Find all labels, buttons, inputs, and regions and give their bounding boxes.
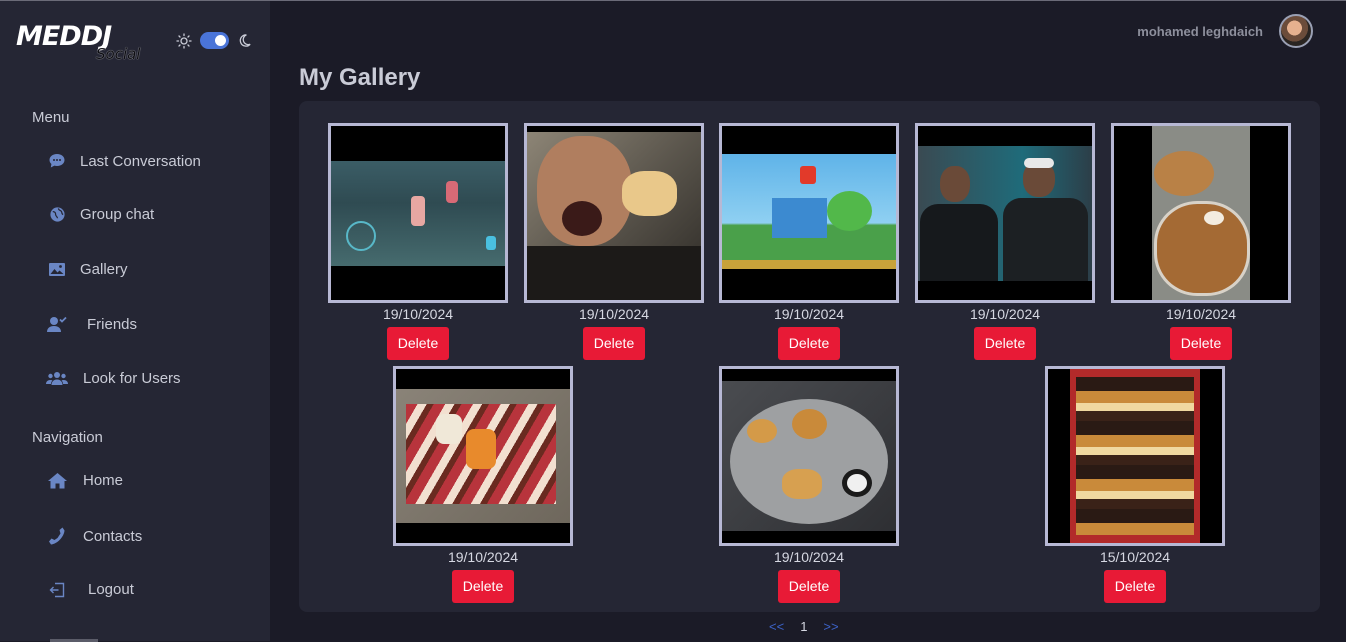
next-page-link[interactable]: >>: [823, 619, 838, 634]
delete-button[interactable]: Delete: [386, 327, 450, 360]
sidebar-item-last-conversation[interactable]: Last Conversation: [46, 152, 201, 170]
home-icon: [47, 473, 67, 489]
globe-icon: [49, 207, 65, 222]
gallery-item: 19/10/2024 Delete: [1111, 123, 1291, 360]
gallery-image[interactable]: [719, 366, 899, 546]
moon-icon: [239, 34, 251, 47]
sidebar-item-look-for-users[interactable]: Look for Users: [46, 370, 181, 387]
photo-date: 19/10/2024: [969, 306, 1041, 322]
photo-date: 19/10/2024: [773, 306, 845, 322]
sun-icon: [176, 32, 192, 49]
logout-icon: [49, 582, 65, 597]
gallery-item: 19/10/2024 Delete: [719, 123, 899, 360]
sidebar-item-contacts[interactable]: Contacts: [46, 526, 142, 546]
gallery-panel: 19/10/2024 Delete 19/10/2024 Delete 19/1…: [299, 101, 1320, 612]
sidebar-item-label: Last Conversation: [80, 152, 201, 170]
sidebar-item-label: Home: [83, 472, 124, 489]
photo-date: 19/10/2024: [447, 549, 519, 565]
delete-button[interactable]: Delete: [973, 327, 1037, 360]
dark-mode-toggle[interactable]: [200, 32, 229, 49]
gallery-item: 19/10/2024 Delete: [393, 366, 573, 603]
gallery-image[interactable]: [328, 123, 508, 303]
page-title: My Gallery: [299, 64, 421, 91]
chat-bubble-icon: [49, 154, 65, 168]
sidebar-item-label: Look for Users: [83, 370, 181, 387]
prev-page-link[interactable]: <<: [769, 619, 784, 634]
sidebar-item-label: Friends: [87, 315, 138, 333]
gallery-image[interactable]: [719, 123, 899, 303]
delete-button[interactable]: Delete: [1103, 570, 1167, 603]
current-page[interactable]: 1: [800, 619, 807, 634]
sidebar-item-gallery[interactable]: Gallery: [46, 261, 128, 278]
gallery-item: 19/10/2024 Delete: [719, 366, 899, 603]
pagination: << 1 >>: [769, 619, 839, 634]
photo-date: 19/10/2024: [1165, 306, 1237, 322]
sidebar-item-label: Gallery: [80, 261, 128, 278]
gallery-image[interactable]: [524, 123, 704, 303]
phone-icon: [49, 527, 65, 545]
photo-date: 19/10/2024: [773, 549, 845, 565]
user-profile[interactable]: mohamed leghdaich: [1137, 14, 1313, 48]
sidebar-item-friends[interactable]: Friends: [46, 315, 137, 333]
sidebar-item-group-chat[interactable]: Group chat: [46, 206, 154, 223]
gallery-image[interactable]: [1045, 366, 1225, 546]
photo-date: 19/10/2024: [382, 306, 454, 322]
users-icon: [46, 372, 68, 385]
logo-subtext: Social: [96, 45, 141, 63]
sidebar: MEDDJ Social Menu Last Conversation Grou…: [0, 1, 270, 642]
image-icon: [49, 263, 65, 276]
gallery-item: 19/10/2024 Delete: [328, 123, 508, 360]
gallery-item: 19/10/2024 Delete: [915, 123, 1095, 360]
delete-button[interactable]: Delete: [777, 327, 841, 360]
delete-button[interactable]: Delete: [777, 570, 841, 603]
user-name: mohamed leghdaich: [1137, 23, 1263, 39]
user-check-icon: [47, 316, 67, 332]
gallery-image[interactable]: [915, 123, 1095, 303]
sidebar-item-home[interactable]: Home: [46, 472, 123, 489]
gallery-item: 15/10/2024 Delete: [1045, 366, 1225, 603]
avatar[interactable]: [1279, 14, 1313, 48]
theme-switcher: [176, 32, 252, 49]
app-logo[interactable]: MEDDJ Social: [16, 21, 156, 63]
delete-button[interactable]: Delete: [582, 327, 646, 360]
delete-button[interactable]: Delete: [1169, 327, 1233, 360]
navigation-section-title: Navigation: [32, 429, 103, 446]
delete-button[interactable]: Delete: [451, 570, 515, 603]
sidebar-item-label: Contacts: [83, 527, 143, 545]
menu-section-title: Menu: [32, 109, 70, 126]
photo-date: 19/10/2024: [578, 306, 650, 322]
sidebar-item-logout[interactable]: Logout: [46, 581, 134, 598]
gallery-item: 19/10/2024 Delete: [524, 123, 704, 360]
gallery-image[interactable]: [393, 366, 573, 546]
sidebar-item-label: Group chat: [80, 206, 155, 223]
sidebar-item-label: Logout: [88, 581, 134, 598]
gallery-image[interactable]: [1111, 123, 1291, 303]
photo-date: 15/10/2024: [1099, 549, 1171, 565]
